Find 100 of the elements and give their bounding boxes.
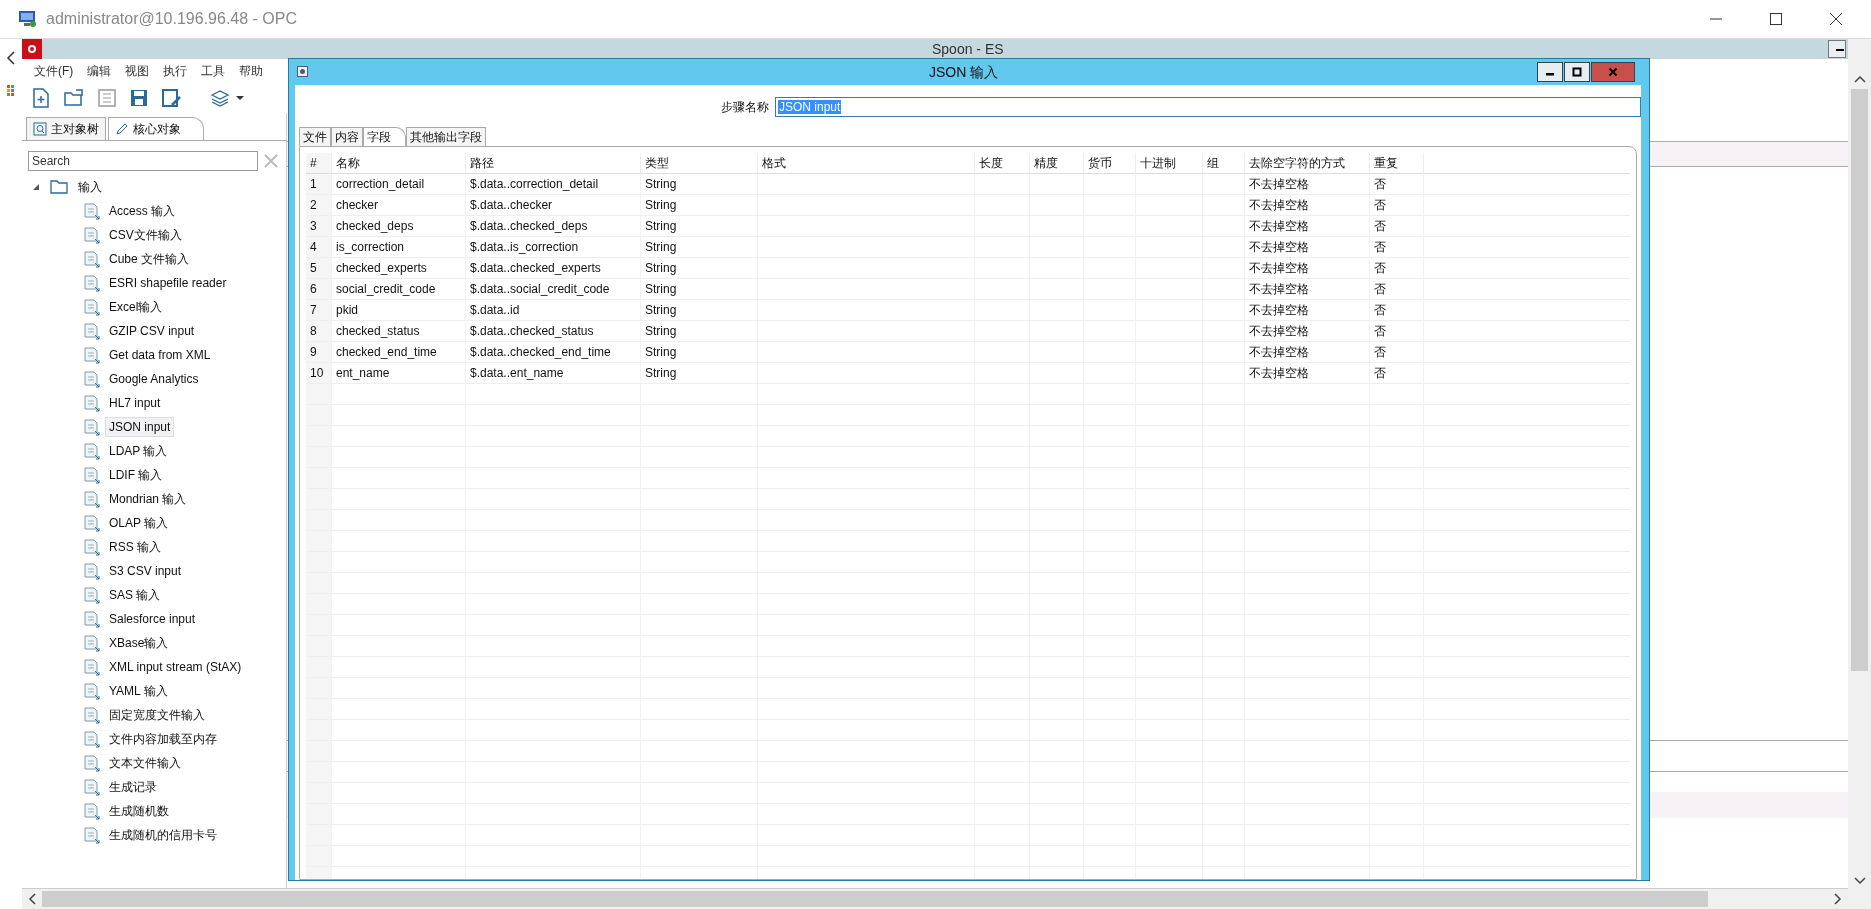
maximize-icon[interactable] [1769,12,1783,26]
table-cell: 否 [1370,237,1424,258]
panel-tab[interactable]: 主对象树 [26,117,106,140]
tree-item[interactable]: 生成随机数 [105,799,173,823]
grid-icon [7,85,15,97]
horizontal-scrollbar[interactable] [22,888,1848,909]
scroll-down-icon[interactable] [1853,875,1866,885]
table-cell: checked_end_time [332,342,466,363]
tree-item[interactable]: 文件内容加载至内存 [105,727,221,751]
step-icon [84,394,100,412]
column-header[interactable]: 去除空字符的方式 [1245,153,1370,174]
close-icon [1608,67,1618,77]
scroll-up-icon[interactable] [1853,75,1866,85]
table-cell: 否 [1370,174,1424,195]
table-cell [1084,174,1136,195]
menu-item[interactable]: 视图 [125,62,150,80]
tree-label: 输入 [78,178,102,196]
tree-item[interactable]: 固定宽度文件输入 [105,703,209,727]
table-cell: String [641,342,758,363]
step-icon [84,202,100,220]
column-header[interactable]: 类型 [641,153,758,174]
tree-item[interactable]: LDIF 输入 [105,463,167,487]
tree-item[interactable]: S3 CSV input [105,561,186,581]
maximize-button[interactable] [1564,62,1590,82]
column-header[interactable]: 名称 [332,153,466,174]
tree-item[interactable]: Get data from XML [105,345,215,365]
column-header[interactable]: 重复 [1370,153,1424,174]
collapse-icon[interactable] [32,183,40,191]
new-file-icon[interactable] [32,88,50,108]
column-header[interactable]: 精度 [1030,153,1084,174]
tree-item[interactable]: Mondrian 输入 [105,487,191,511]
minimize-button[interactable] [1537,62,1563,82]
column-header[interactable]: 路径 [466,153,641,174]
table-cell: 不去掉空格 [1245,363,1370,384]
step-icon [297,66,309,78]
column-header[interactable]: 十进制 [1136,153,1203,174]
table-cell: checked_status [332,321,466,342]
tree-item[interactable]: Access 输入 [105,199,179,223]
tree-item[interactable]: Google Analytics [105,369,203,389]
search-field[interactable]: Search [28,151,258,171]
column-header[interactable]: 长度 [975,153,1030,174]
table-cell: social_credit_code [332,279,466,300]
panel-tab[interactable]: 核心对象 [108,117,204,140]
tree-item[interactable]: RSS 输入 [105,535,165,559]
folder-icon[interactable] [64,89,84,107]
column-header[interactable]: 格式 [758,153,975,174]
table-cell [1030,174,1084,195]
save-icon[interactable] [130,89,148,107]
tree-item[interactable]: Excel输入 [105,295,167,319]
column-header[interactable]: 货币 [1084,153,1136,174]
step-icon [84,538,100,556]
tree-item[interactable]: 文本文件输入 [105,751,185,775]
tree-item[interactable]: OLAP 输入 [105,511,173,535]
menu-item[interactable]: 文件(F) [34,62,74,80]
table-cell: 不去掉空格 [1245,321,1370,342]
monitor-icon [18,10,38,28]
minimize-icon[interactable] [1828,40,1846,58]
scroll-left-icon[interactable] [28,893,38,905]
layers-dropdown-icon[interactable] [210,89,246,107]
tree-item[interactable]: ESRI shapefile reader [105,273,231,293]
column-header[interactable]: # [306,153,332,174]
close-button[interactable] [1591,62,1635,82]
step-icon [84,730,100,748]
step-icon [84,226,100,244]
scroll-right-icon[interactable] [1832,893,1842,905]
tree-item[interactable]: SAS 输入 [105,583,165,607]
tree-item[interactable]: JSON input [105,417,175,437]
tab[interactable]: 内容 [331,127,363,146]
tree-item[interactable]: HL7 input [105,393,165,413]
tree-item[interactable]: 生成随机的信用卡号 [105,823,221,847]
tab[interactable]: 字段 [363,127,406,146]
tree-item[interactable]: Cube 文件输入 [105,247,194,271]
tree-item[interactable]: CSV文件输入 [105,223,186,247]
column-header[interactable]: 组 [1203,153,1245,174]
maximize-icon [1572,67,1582,77]
table-cell: 不去掉空格 [1245,342,1370,363]
tree-item[interactable]: Salesforce input [105,609,200,629]
tab[interactable]: 其他输出字段 [406,127,486,146]
menu-item[interactable]: 工具 [201,62,226,80]
step-icon [84,586,100,604]
menu-item[interactable]: 编辑 [87,62,112,80]
tree-item[interactable]: 输入 [30,175,286,199]
table-cell: 否 [1370,216,1424,237]
table-cell: 否 [1370,300,1424,321]
close-icon[interactable] [1829,12,1843,26]
tree-item[interactable]: XBase输入 [105,631,173,655]
dialog-title: JSON 输入 [929,64,999,82]
tree-item[interactable]: XML input stream (StAX) [105,657,246,677]
tab[interactable]: 文件 [299,127,331,146]
tree-item[interactable]: YAML 输入 [105,679,172,703]
tree-item[interactable]: GZIP CSV input [105,321,199,341]
tree-item[interactable]: 生成记录 [105,775,161,799]
save-as-icon[interactable] [162,89,182,107]
step-icon [84,610,100,628]
step-icon [84,250,100,268]
table-cell: String [641,321,758,342]
menu-item[interactable]: 帮助 [239,62,264,80]
menu-item[interactable]: 执行 [163,62,188,80]
table-cell: 不去掉空格 [1245,237,1370,258]
tree-item[interactable]: LDAP 输入 [105,439,172,463]
